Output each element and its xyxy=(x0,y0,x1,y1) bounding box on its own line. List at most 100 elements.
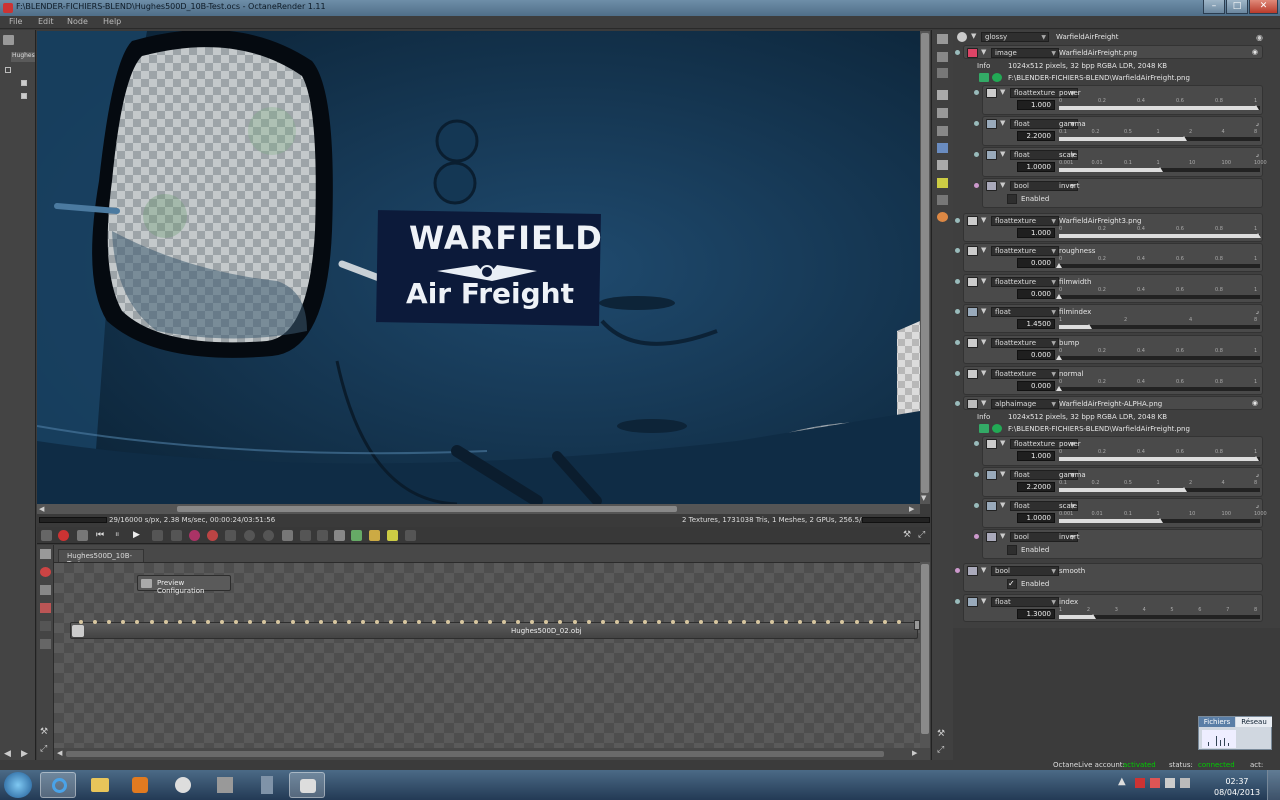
texture-icon[interactable] xyxy=(937,108,948,118)
node-input-pin[interactable] xyxy=(572,620,577,624)
node-material-icon[interactable] xyxy=(40,603,51,613)
slider-handle[interactable] xyxy=(1090,614,1097,619)
input-pin-dot[interactable] xyxy=(974,472,979,477)
node-type-select[interactable]: bool xyxy=(991,566,1059,576)
tray-volume-icon[interactable] xyxy=(1180,778,1190,788)
node-input-pin[interactable] xyxy=(868,620,873,624)
window-icon[interactable] xyxy=(282,530,293,541)
node-menu-icon[interactable] xyxy=(40,549,51,559)
slider-handle[interactable] xyxy=(1086,324,1093,329)
value-slider[interactable] xyxy=(1059,295,1260,299)
expand-icon[interactable] xyxy=(21,93,27,99)
collapse-arrow-icon[interactable]: ▼ xyxy=(981,566,986,574)
collapse-arrow-icon[interactable]: ▼ xyxy=(981,246,986,254)
node-input-pin[interactable] xyxy=(727,620,732,624)
slider-handle[interactable] xyxy=(1056,355,1062,360)
sphere-icon[interactable] xyxy=(263,530,274,541)
slider-handle[interactable] xyxy=(1252,105,1259,110)
wrench-icon[interactable]: ⚒ xyxy=(903,530,914,541)
node-input-pin[interactable] xyxy=(699,620,704,624)
node-input-pin[interactable] xyxy=(854,620,859,624)
value-field[interactable]: 1.3000 xyxy=(1017,609,1055,619)
node-input-pin[interactable] xyxy=(93,620,98,624)
node-input-pin[interactable] xyxy=(685,620,690,624)
render-viewport[interactable]: WARFIELD Air Freight xyxy=(37,31,920,504)
node-input-pin[interactable] xyxy=(741,620,746,624)
node-input-pin[interactable] xyxy=(516,620,521,624)
camera-settings-icon[interactable] xyxy=(937,143,948,153)
expand-icon[interactable] xyxy=(21,80,27,86)
curve-icon[interactable]: ⌟ xyxy=(1256,119,1259,127)
node-fullscreen-icon[interactable]: ⤢ xyxy=(40,744,47,754)
input-pin-dot[interactable] xyxy=(974,121,979,126)
collapse-arrow-icon[interactable]: ▼ xyxy=(981,338,986,346)
node-type-select[interactable]: floattexture xyxy=(991,277,1059,287)
input-pin-dot[interactable] xyxy=(955,279,960,284)
node-input-pin[interactable] xyxy=(826,620,831,624)
chart-icon[interactable] xyxy=(171,530,182,541)
tray-network-icon[interactable] xyxy=(1165,778,1175,788)
node-input-pin[interactable] xyxy=(614,620,619,624)
collapse-arrow-icon[interactable]: ▼ xyxy=(981,216,986,224)
node-input-pin[interactable] xyxy=(332,620,337,624)
node-input-pin[interactable] xyxy=(361,620,365,624)
value-field[interactable]: 2.2000 xyxy=(1017,482,1055,492)
input-pin-dot[interactable] xyxy=(974,183,979,188)
collapse-arrow-icon[interactable]: ▼ xyxy=(1000,88,1005,96)
node-input-pin[interactable] xyxy=(149,620,154,624)
value-slider[interactable] xyxy=(1059,457,1260,461)
collapse-arrow-icon[interactable]: ▼ xyxy=(981,369,986,377)
film-icon[interactable] xyxy=(152,530,163,541)
node-input-pin[interactable] xyxy=(389,620,394,624)
curve-icon[interactable]: ⌟ xyxy=(1256,150,1259,158)
value-field[interactable]: 0.000 xyxy=(1017,258,1055,268)
input-pin-dot[interactable] xyxy=(955,218,960,223)
node-horizontal-scrollbar[interactable]: ◀ ▶ xyxy=(54,748,930,760)
slider-handle[interactable] xyxy=(1254,233,1261,238)
tray-flag-icon[interactable] xyxy=(1150,778,1160,788)
enabled-checkbox[interactable]: ✓ xyxy=(1007,579,1017,589)
refresh-icon[interactable] xyxy=(992,424,1002,433)
input-pin-dot[interactable] xyxy=(955,599,960,604)
window-icon[interactable] xyxy=(937,52,948,62)
input-pin-dot[interactable] xyxy=(955,309,960,314)
eye-icon[interactable]: ◉ xyxy=(1252,48,1258,56)
node-input-pin[interactable] xyxy=(671,620,676,624)
slider-handle[interactable] xyxy=(1156,518,1163,523)
network-widget[interactable]: Fichiers Réseau xyxy=(1198,716,1272,750)
node-grid-icon[interactable] xyxy=(40,639,51,649)
slider-handle[interactable] xyxy=(1252,456,1259,461)
grid-settings-icon[interactable] xyxy=(937,195,948,205)
slider-handle[interactable] xyxy=(1156,167,1163,172)
node-input-pin[interactable] xyxy=(191,620,196,624)
slider-handle[interactable] xyxy=(1056,263,1062,268)
node-input-pin[interactable] xyxy=(276,620,281,624)
collapse-arrow-icon[interactable]: ▼ xyxy=(981,307,986,315)
node-input-pin[interactable] xyxy=(417,620,422,624)
slider-handle[interactable] xyxy=(1056,294,1062,299)
node-input-pin[interactable] xyxy=(896,620,901,624)
node-link-icon[interactable] xyxy=(40,621,51,631)
node-input-pin[interactable] xyxy=(290,620,295,624)
viewport-horizontal-scrollbar[interactable]: ◀ ▶ xyxy=(37,504,920,514)
node-type-select[interactable]: float xyxy=(991,597,1059,607)
collapse-arrow-icon[interactable]: ▼ xyxy=(1000,439,1005,447)
node-input-pin[interactable] xyxy=(713,620,718,624)
node-input-pin[interactable] xyxy=(262,620,267,624)
value-field[interactable]: 1.0000 xyxy=(1017,513,1055,523)
node-input-pin[interactable] xyxy=(502,620,506,624)
reload-icon[interactable] xyxy=(979,73,989,82)
enabled-checkbox[interactable] xyxy=(1007,194,1017,204)
node-input-pin[interactable] xyxy=(445,620,450,624)
node-input-pin[interactable] xyxy=(586,620,591,624)
inspector-fullscreen-icon[interactable]: ⤢ xyxy=(937,745,944,755)
app-taskbar-button[interactable] xyxy=(207,772,243,798)
input-pin-dot[interactable] xyxy=(955,401,960,406)
export-icon[interactable] xyxy=(351,530,362,541)
eye-icon[interactable]: ◉ xyxy=(1252,399,1258,407)
explorer-taskbar-button[interactable] xyxy=(82,772,118,798)
node-input-pin[interactable] xyxy=(248,620,253,624)
node-input-pin[interactable] xyxy=(177,620,182,624)
node-wrench-icon[interactable]: ⚒ xyxy=(40,727,48,737)
rewind-icon[interactable]: ⏮ xyxy=(96,530,107,541)
